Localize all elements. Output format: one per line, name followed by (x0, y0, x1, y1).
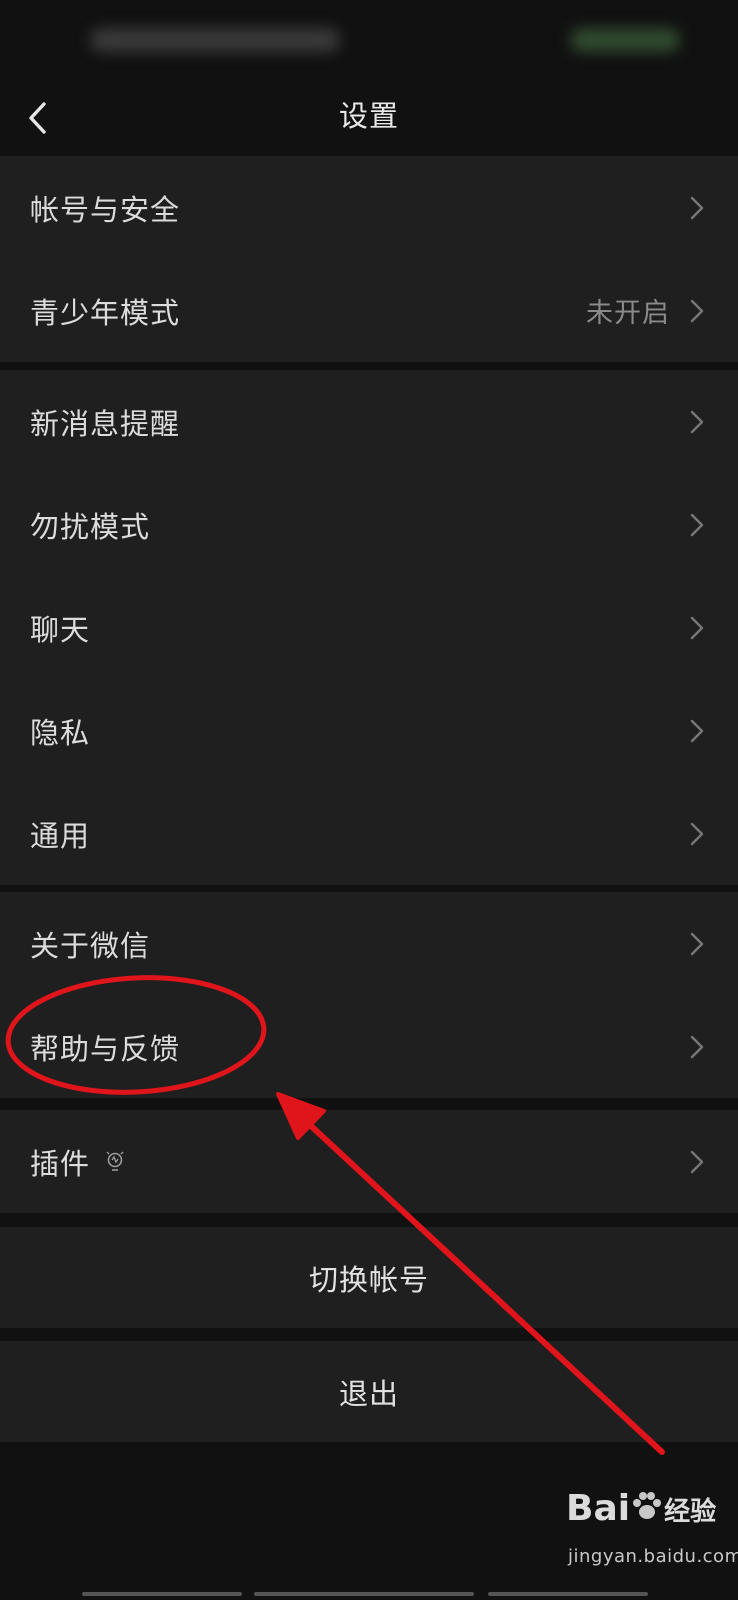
row-about-wechat[interactable]: 关于微信 (0, 892, 738, 995)
row-new-message-alerts[interactable]: 新消息提醒 (0, 370, 738, 473)
gesture-bar-left (82, 1592, 242, 1596)
gesture-bar-center (254, 1592, 474, 1596)
row-label: 勿扰模式 (30, 509, 151, 544)
row-label-text: 插件 (30, 1146, 91, 1181)
row-label: 聊天 (30, 612, 91, 647)
settings-group-account: 帐号与安全 青少年模式 未开启 (0, 156, 738, 362)
settings-group-about: 关于微信 帮助与反馈 (0, 892, 738, 1098)
row-label: 新消息提醒 (30, 406, 181, 441)
row-account-security[interactable]: 帐号与安全 (0, 156, 738, 259)
row-label: 青少年模式 (30, 295, 181, 330)
chevron-right-icon (690, 513, 704, 536)
watermark-url: jingyan.baidu.com (568, 1546, 738, 1567)
page-title: 设置 (338, 99, 399, 133)
row-privacy[interactable]: 隐私 (0, 679, 738, 782)
chevron-right-icon (690, 1150, 704, 1173)
paw-icon (633, 1492, 662, 1519)
row-help-feedback[interactable]: 帮助与反馈 (0, 995, 738, 1098)
chevron-right-icon (690, 616, 704, 639)
gesture-bar-right (488, 1592, 648, 1596)
baidu-jingyan-watermark: Bai 经验 jingyan.baidu.com (566, 1488, 738, 1584)
baidu-logo: Bai 经验 (566, 1488, 716, 1529)
logout-button[interactable]: 退出 (0, 1341, 738, 1442)
status-bar (0, 0, 738, 80)
chevron-right-icon (690, 822, 704, 845)
row-label: 关于微信 (30, 928, 151, 963)
settings-group-plugins: 插件 (0, 1110, 738, 1213)
row-label: 帐号与安全 (30, 192, 181, 227)
row-general[interactable]: 通用 (0, 782, 738, 885)
row-value: 未开启 (586, 298, 670, 329)
chevron-right-icon (690, 410, 704, 433)
chevron-right-icon (690, 932, 704, 955)
bottom-gesture-bars (0, 1592, 738, 1600)
nav-bar: 设置 (0, 80, 738, 156)
lightbulb-icon (106, 1151, 124, 1171)
logo-text-prefix: Bai (566, 1488, 631, 1529)
status-icons-left (90, 28, 340, 52)
settings-group-general: 新消息提醒 勿扰模式 聊天 隐私 通用 (0, 370, 738, 885)
row-label: 插件 (30, 1110, 126, 1213)
row-label: 帮助与反馈 (30, 1031, 181, 1066)
row-youth-mode[interactable]: 青少年模式 未开启 (0, 259, 738, 362)
chevron-right-icon (690, 196, 704, 219)
chevron-right-icon (690, 299, 704, 322)
row-do-not-disturb[interactable]: 勿扰模式 (0, 473, 738, 576)
row-label: 隐私 (30, 715, 91, 750)
status-icons-right (570, 28, 680, 52)
chevron-right-icon (690, 719, 704, 742)
row-plugins[interactable]: 插件 (0, 1110, 738, 1213)
chevron-right-icon (690, 1035, 704, 1058)
logo-text-suffix: 经验 (664, 1497, 717, 1527)
switch-account-button[interactable]: 切换帐号 (0, 1227, 738, 1328)
row-chat[interactable]: 聊天 (0, 576, 738, 679)
row-label: 通用 (30, 818, 91, 853)
